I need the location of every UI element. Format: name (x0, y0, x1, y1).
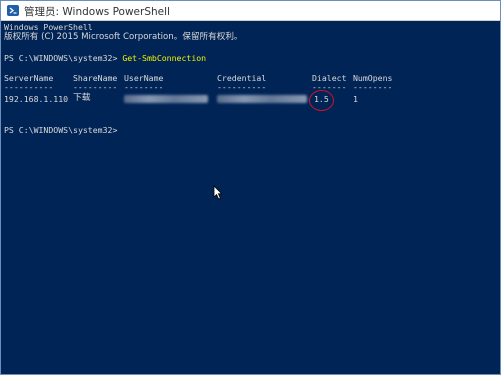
cell-credential-redacted (217, 95, 307, 103)
separator-credential: ---------- (217, 82, 267, 92)
console-area[interactable]: Windows PowerShell 版权所有 (C) 2015 Microso… (1, 21, 500, 374)
dialect-highlight-circle (309, 90, 334, 111)
cell-sharename: 下载 (73, 93, 91, 103)
cell-username-redacted (124, 95, 208, 103)
prompt-line-2: PS C:\WINDOWS\system32> (4, 125, 118, 135)
cell-servername: 192.168.1.110 (4, 94, 69, 104)
command-text: Get-SmbConnection (122, 53, 207, 63)
powershell-window: 管理员: Windows PowerShell Windows PowerShe… (0, 0, 501, 375)
prompt: PS C:\WINDOWS\system32> (4, 53, 123, 63)
banner-line-1: Windows PowerShell (4, 22, 93, 32)
command-line: PS C:\WINDOWS\system32> Get-SmbConnectio… (4, 53, 206, 63)
separator-sharename: --------- (73, 82, 118, 92)
separator-numopens: -------- (353, 82, 393, 92)
cell-numopens: 1 (353, 94, 358, 104)
window-title: 管理员: Windows PowerShell (24, 6, 170, 18)
mouse-pointer-icon (213, 185, 223, 200)
separator-servername: ---------- (4, 82, 54, 92)
banner-line-2: 版权所有 (C) 2015 Microsoft Corporation。保留所有… (4, 32, 243, 42)
powershell-icon (7, 5, 19, 16)
separator-username: -------- (124, 82, 164, 92)
title-bar[interactable]: 管理员: Windows PowerShell (1, 1, 500, 21)
